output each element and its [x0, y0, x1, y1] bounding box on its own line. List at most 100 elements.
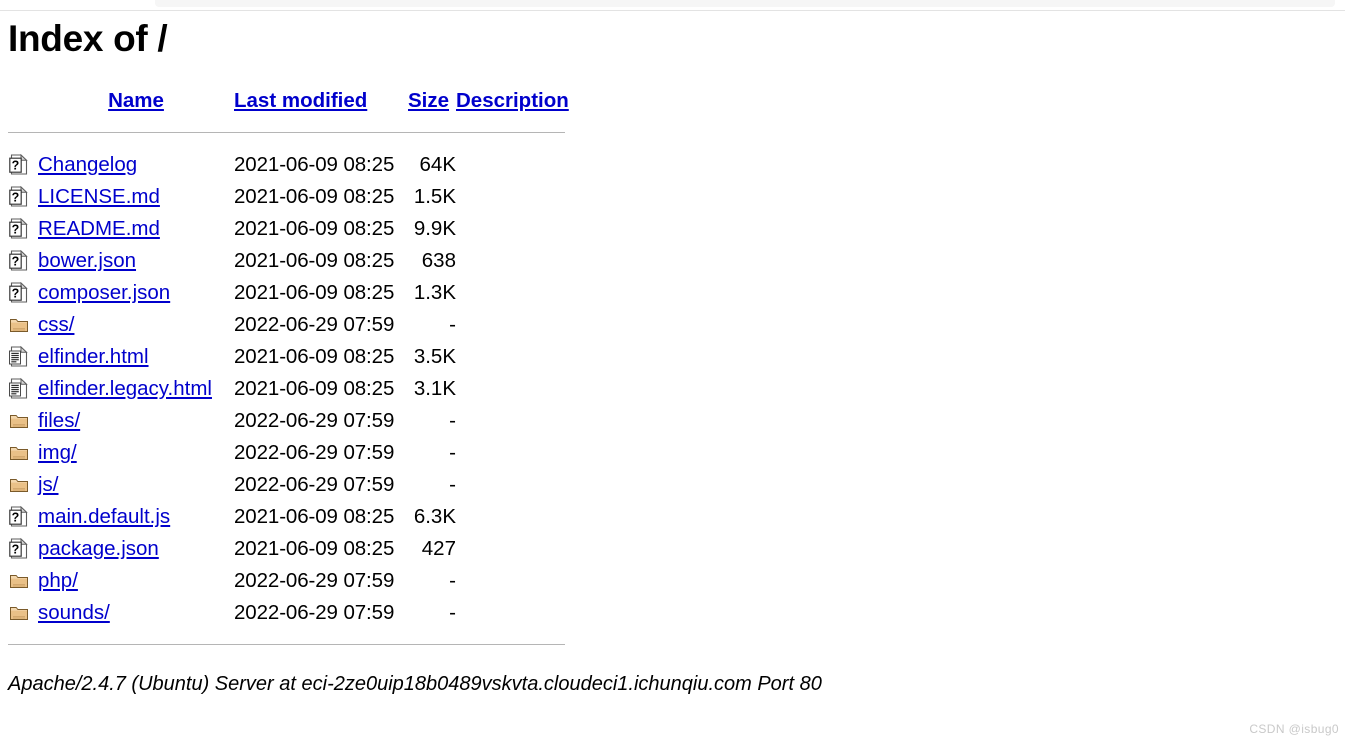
table-row: elfinder.legacy.html 2021-06-09 08:25 3.1K — [8, 373, 576, 405]
last-modified-cell: 2021-06-09 08:25 — [234, 248, 395, 272]
file-link[interactable]: elfinder.legacy.html — [38, 377, 212, 400]
table-row: ? README.md 2021-06-09 08:25 9.9K — [8, 213, 576, 245]
table-body: ? Changelog 2021-06-09 08:25 64K? LICENSE.md… — [8, 149, 576, 629]
table-header: Name Last modified Size Description — [8, 85, 576, 149]
table-row: elfinder.html 2021-06-09 08:25 3.5K — [8, 341, 576, 373]
folder-icon — [8, 597, 38, 629]
file-link[interactable]: main.default.js — [38, 505, 170, 528]
folder-icon — [8, 469, 38, 501]
last-modified-cell: 2021-06-09 08:25 — [234, 280, 395, 304]
svg-text:?: ? — [12, 543, 20, 557]
folder-icon — [8, 565, 38, 597]
column-header-icon — [8, 85, 38, 117]
unknown-file-icon: ? — [8, 501, 38, 533]
header-divider-cell — [8, 117, 576, 149]
folder-icon — [8, 309, 38, 341]
svg-text:?: ? — [12, 511, 20, 525]
file-name-cell: sounds/ — [38, 597, 234, 629]
size-cell: 3.1K — [413, 376, 456, 400]
table-row: sounds/2022-06-29 07:59 - — [8, 597, 576, 629]
file-link[interactable]: php/ — [38, 569, 78, 592]
table-row: files/2022-06-29 07:59 - — [8, 405, 576, 437]
description-cell — [456, 149, 576, 181]
footer-divider-row — [8, 629, 576, 661]
file-name-cell: js/ — [38, 469, 234, 501]
size-cell: 64K — [419, 152, 456, 176]
description-cell — [456, 341, 576, 373]
file-name-cell: LICENSE.md — [38, 181, 234, 213]
table-row: ? Changelog 2021-06-09 08:25 64K — [8, 149, 576, 181]
text-file-icon — [8, 373, 38, 405]
size-cell: 3.5K — [413, 344, 456, 368]
file-link[interactable]: Changelog — [38, 153, 137, 176]
description-cell — [456, 309, 576, 341]
description-cell — [456, 437, 576, 469]
file-name-cell: main.default.js — [38, 501, 234, 533]
file-link[interactable]: files/ — [38, 409, 80, 432]
file-name-cell: composer.json — [38, 277, 234, 309]
file-link[interactable]: elfinder.html — [38, 345, 149, 368]
column-header-last-modified: Last modified — [234, 85, 408, 117]
table-row: ? LICENSE.md 2021-06-09 08:25 1.5K — [8, 181, 576, 213]
description-cell — [456, 597, 576, 629]
file-name-cell: php/ — [38, 565, 234, 597]
directory-listing-table: Name Last modified Size Description ? Cha… — [8, 85, 576, 661]
size-cell: 427 — [421, 536, 456, 560]
table-row: css/2022-06-29 07:59 - — [8, 309, 576, 341]
file-link[interactable]: js/ — [38, 473, 59, 496]
table-row: ? bower.json 2021-06-09 08:25 638 — [8, 245, 576, 277]
file-link[interactable]: README.md — [38, 217, 160, 240]
description-cell — [456, 245, 576, 277]
file-link[interactable]: package.json — [38, 537, 159, 560]
size-cell: 6.3K — [413, 504, 456, 528]
text-file-icon — [8, 341, 38, 373]
size-cell: - — [449, 568, 456, 592]
file-link[interactable]: img/ — [38, 441, 77, 464]
description-cell — [456, 213, 576, 245]
description-cell — [456, 181, 576, 213]
file-link[interactable]: sounds/ — [38, 601, 110, 624]
file-name-cell: package.json — [38, 533, 234, 565]
file-link[interactable]: composer.json — [38, 281, 170, 304]
file-name-cell: Changelog — [38, 149, 234, 181]
sort-by-name-link[interactable]: Name — [108, 89, 164, 112]
size-cell: - — [449, 600, 456, 624]
sort-by-size-link[interactable]: Size — [408, 89, 449, 112]
folder-icon — [8, 405, 38, 437]
last-modified-cell: 2021-06-09 08:25 — [234, 152, 395, 176]
last-modified-cell: 2022-06-29 07:59 — [234, 312, 395, 336]
description-cell — [456, 469, 576, 501]
unknown-file-icon: ? — [8, 277, 38, 309]
footer-divider-cell — [8, 629, 576, 661]
table-row: php/2022-06-29 07:59 - — [8, 565, 576, 597]
table-row: ? package.json 2021-06-09 08:25 427 — [8, 533, 576, 565]
last-modified-cell: 2021-06-09 08:25 — [234, 344, 395, 368]
size-cell: 1.5K — [413, 184, 456, 208]
unknown-file-icon: ? — [8, 149, 38, 181]
file-link[interactable]: css/ — [38, 313, 74, 336]
description-cell — [456, 277, 576, 309]
sort-by-last-modified-link[interactable]: Last modified — [234, 89, 367, 112]
address-bar-remnant[interactable] — [155, 0, 1335, 7]
last-modified-cell: 2021-06-09 08:25 — [234, 184, 395, 208]
folder-icon — [8, 437, 38, 469]
file-link[interactable]: LICENSE.md — [38, 185, 160, 208]
sort-by-description-link[interactable]: Description — [456, 89, 569, 112]
svg-text:?: ? — [12, 223, 20, 237]
directory-index-page: Index of / Name Last modified Size Descr… — [0, 12, 1345, 696]
file-name-cell: elfinder.html — [38, 341, 234, 373]
description-cell — [456, 405, 576, 437]
size-cell: - — [449, 440, 456, 464]
column-header-size: Size — [408, 85, 456, 117]
table-header-row: Name Last modified Size Description — [8, 85, 576, 117]
file-link[interactable]: bower.json — [38, 249, 136, 272]
header-divider-row — [8, 117, 576, 149]
file-name-cell: css/ — [38, 309, 234, 341]
table-footer — [8, 629, 576, 661]
file-name-cell: files/ — [38, 405, 234, 437]
size-cell: - — [449, 472, 456, 496]
last-modified-cell: 2022-06-29 07:59 — [234, 408, 395, 432]
server-signature: Apache/2.4.7 (Ubuntu) Server at eci-2ze0… — [8, 672, 822, 695]
size-cell: 638 — [421, 248, 456, 272]
file-name-cell: README.md — [38, 213, 234, 245]
